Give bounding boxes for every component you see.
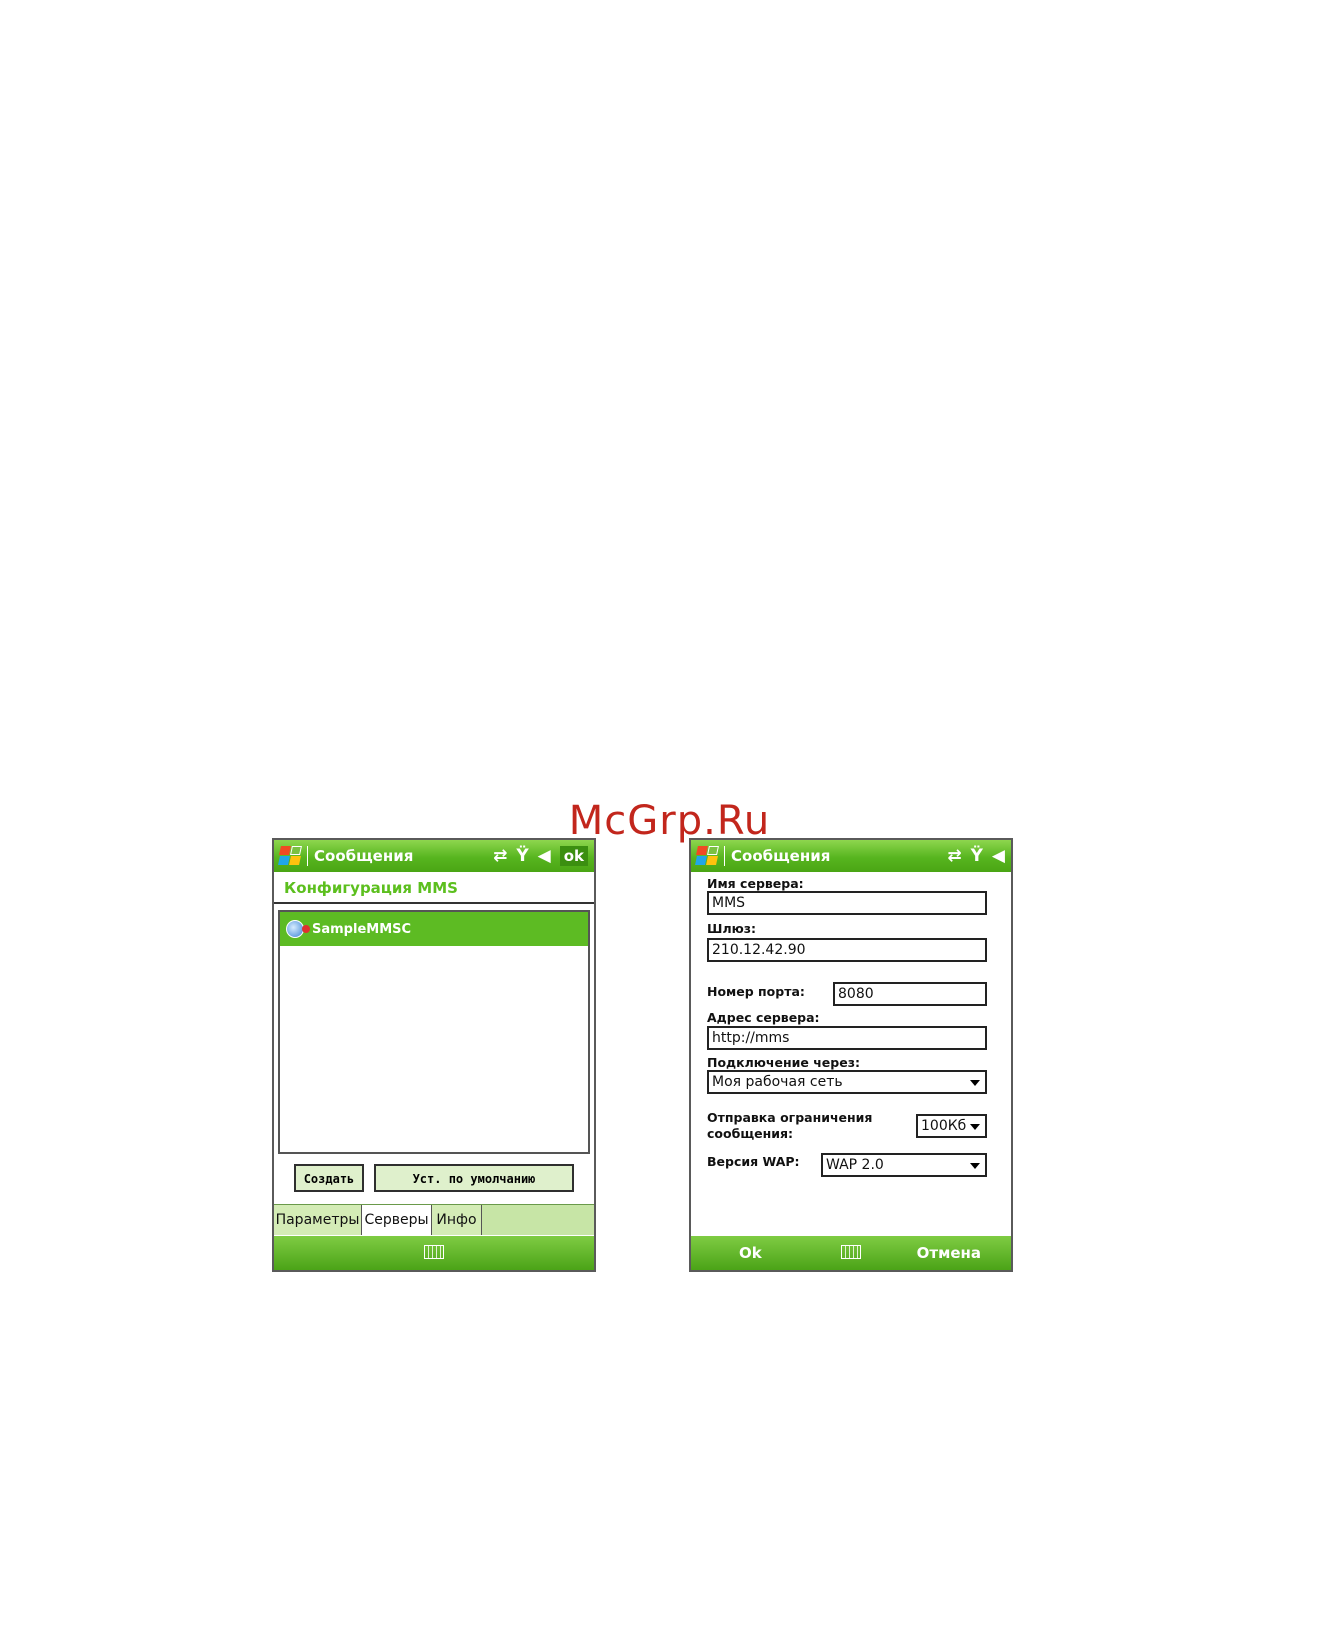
title-bar: Сообщения ⇄ Ÿ ◀ ok — [274, 840, 594, 872]
chevron-down-icon — [970, 1163, 980, 1169]
create-button[interactable]: Создать — [294, 1164, 364, 1192]
cancel-softkey[interactable]: Отмена — [917, 1244, 981, 1262]
status-icons: ⇄ Ÿ ◀ — [947, 844, 1005, 868]
send-limit-label-line2: сообщения: — [707, 1126, 794, 1141]
status-icons: ⇄ Ÿ ◀ ok — [493, 844, 588, 868]
title-bar: Сообщения ⇄ Ÿ ◀ — [691, 840, 1011, 872]
send-limit-label-line1: Отправка ограничения — [707, 1110, 873, 1125]
server-name-label: Имя сервера: — [707, 876, 804, 891]
server-name-field[interactable]: MMS — [707, 891, 987, 915]
tab-info[interactable]: Инфо — [432, 1205, 482, 1235]
sync-arrows-icon[interactable]: ⇄ — [493, 846, 507, 866]
app-title: Сообщения — [731, 847, 831, 865]
connect-via-label: Подключение через: — [707, 1055, 860, 1070]
server-settings-screen: Сообщения ⇄ Ÿ ◀ Имя сервера: MMS Шлюз: 2… — [689, 838, 1013, 1272]
page-title: Конфигурация MMS — [274, 872, 594, 904]
windows-flag-icon[interactable] — [278, 845, 302, 867]
tab-parameters[interactable]: Параметры — [274, 1205, 362, 1235]
list-item[interactable]: SampleMMSC — [280, 912, 588, 946]
tab-bar: Параметры Серверы Инфо — [274, 1204, 594, 1235]
watermark-text: McGrp.Ru — [568, 798, 771, 844]
ok-button[interactable]: ok — [559, 846, 588, 866]
gateway-field[interactable]: 210.12.42.90 — [707, 938, 987, 962]
wap-version-select[interactable]: WAP 2.0 — [821, 1153, 987, 1177]
port-label: Номер порта: — [707, 984, 805, 999]
server-list: SampleMMSC — [278, 910, 590, 1154]
server-name: SampleMMSC — [312, 921, 412, 937]
keyboard-icon[interactable] — [424, 1245, 444, 1259]
windows-flag-icon[interactable] — [695, 845, 719, 867]
server-address-field[interactable]: http://mms — [707, 1026, 987, 1050]
port-field[interactable]: 8080 — [833, 982, 987, 1006]
softkey-bar — [274, 1236, 594, 1270]
volume-icon[interactable]: ◀ — [992, 846, 1005, 866]
set-default-button[interactable]: Уст. по умолчанию — [374, 1164, 574, 1192]
sync-arrows-icon[interactable]: ⇄ — [947, 846, 961, 866]
tab-servers[interactable]: Серверы — [362, 1205, 432, 1235]
title-separator — [307, 846, 308, 866]
send-limit-value: 100Кб — [921, 1118, 967, 1134]
signal-strength-icon[interactable]: Ÿ — [971, 846, 983, 866]
ok-softkey[interactable]: Ok — [739, 1244, 762, 1262]
mms-config-screen: Сообщения ⇄ Ÿ ◀ ok Конфигурация MMS Samp… — [272, 838, 596, 1272]
wap-version-label: Версия WAP: — [707, 1154, 800, 1169]
connect-via-select[interactable]: Моя рабочая сеть — [707, 1070, 987, 1094]
volume-icon[interactable]: ◀ — [538, 846, 551, 866]
server-address-label: Адрес сервера: — [707, 1010, 820, 1025]
globe-server-icon — [286, 920, 310, 938]
connect-via-value: Моя рабочая сеть — [712, 1074, 843, 1090]
wap-version-value: WAP 2.0 — [826, 1157, 884, 1173]
softkey-bar: Ok Отмена — [691, 1236, 1011, 1270]
send-limit-select[interactable]: 100Кб — [916, 1114, 987, 1138]
chevron-down-icon — [970, 1080, 980, 1086]
gateway-label: Шлюз: — [707, 921, 757, 936]
keyboard-icon[interactable] — [841, 1245, 861, 1259]
title-separator — [724, 846, 725, 866]
app-title: Сообщения — [314, 847, 414, 865]
signal-strength-icon[interactable]: Ÿ — [516, 846, 528, 866]
chevron-down-icon — [970, 1124, 980, 1130]
